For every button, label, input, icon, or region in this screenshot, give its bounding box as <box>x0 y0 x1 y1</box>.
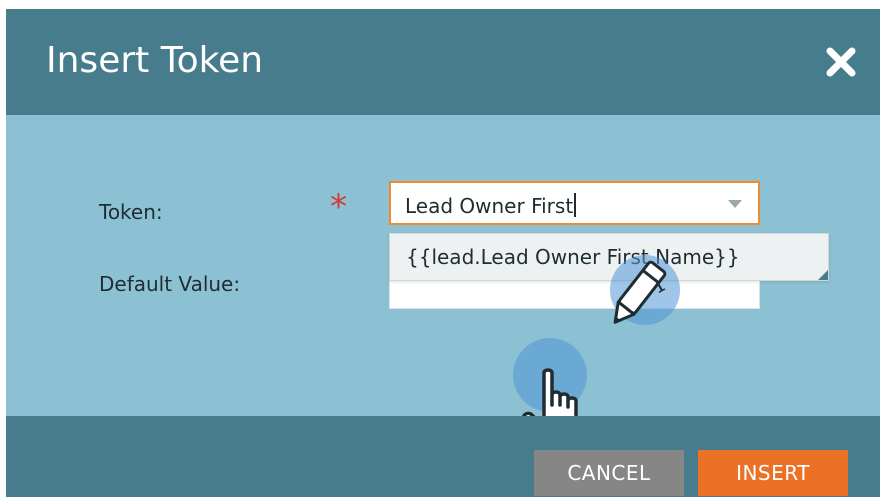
dialog-footer: CANCEL INSERT <box>6 416 880 497</box>
close-icon[interactable] <box>824 45 858 79</box>
resize-corner-icon <box>818 270 828 280</box>
insert-token-dialog: Insert Token Token: * Lead Owner First D… <box>6 9 880 497</box>
required-star-icon: * <box>330 187 347 227</box>
step-1-number: 1 <box>652 278 668 297</box>
dialog-title: Insert Token <box>46 40 264 81</box>
cancel-button[interactable]: CANCEL <box>534 450 684 496</box>
token-input-value: Lead Owner First <box>405 193 577 218</box>
default-value-label: Default Value: <box>99 272 241 296</box>
text-caret <box>574 193 577 217</box>
chevron-down-icon[interactable] <box>728 200 742 208</box>
pencil-cursor-icon: 1 <box>613 260 668 324</box>
dialog-body: Token: * Lead Owner First Default Value:… <box>6 115 880 449</box>
token-suggestion-item[interactable]: {{lead.Lead Owner First Name}} <box>389 233 829 281</box>
dialog-titlebar: Insert Token <box>6 9 880 115</box>
default-value-input[interactable] <box>389 279 760 309</box>
insert-button[interactable]: INSERT <box>698 450 848 496</box>
token-input[interactable]: Lead Owner First <box>389 181 760 225</box>
token-label: Token: <box>99 200 163 224</box>
